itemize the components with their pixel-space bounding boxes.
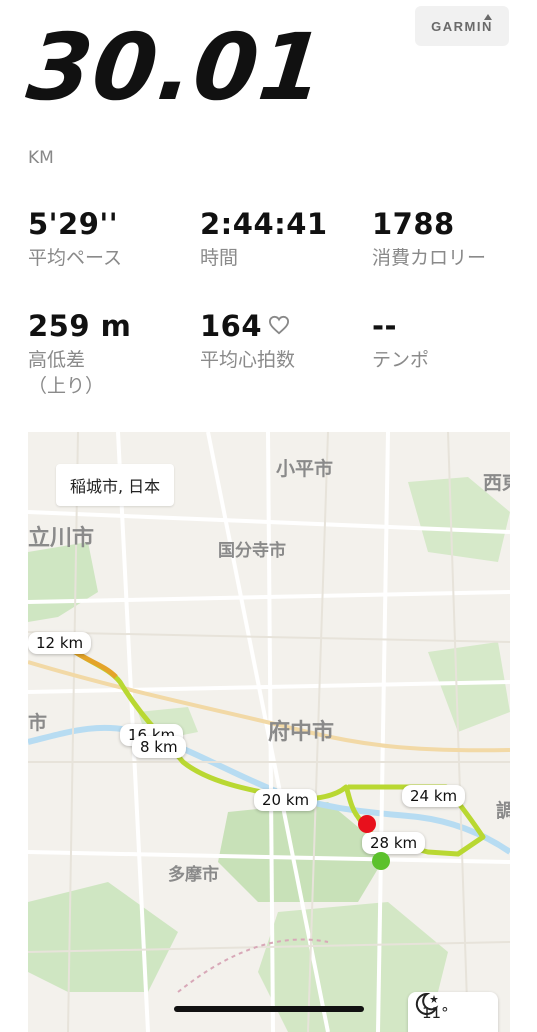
stat-avg-heart-rate: 164 平均心拍数 (200, 312, 295, 373)
stat-calories: 1788 消費カロリー (372, 210, 486, 271)
heart-icon (269, 315, 290, 335)
km-marker-8: 8 km (132, 736, 186, 758)
map-place-label: 調 (496, 800, 510, 822)
km-marker-28: 28 km (362, 832, 426, 854)
weather-widget: 11° (408, 992, 498, 1032)
end-point-marker (358, 815, 376, 833)
map-place-label: 西東 (483, 472, 510, 494)
km-marker-12: 12 km (28, 632, 92, 654)
garmin-triangle-icon (484, 14, 492, 20)
stat-value: 1788 (372, 207, 455, 241)
stat-label: 消費カロリー (372, 247, 487, 269)
stat-value: 164 (200, 309, 263, 343)
map-place-label: 多摩市 (168, 865, 219, 885)
garmin-logo-text: GARMIN (431, 18, 493, 34)
route-map[interactable]: 小平市 西東 立川市 国分寺市 府中市 市 多摩市 調 稲城市, 日本 12 k… (28, 432, 510, 1032)
stat-label: テンポ (372, 349, 430, 371)
distance-value: 30.01 (22, 14, 330, 121)
stat-label: 平均心拍数 (200, 349, 296, 371)
km-marker-24: 24 km (402, 785, 466, 807)
stat-label: 時間 (200, 247, 239, 269)
map-place-label: 国分寺市 (218, 541, 286, 561)
map-place-label: 市 (28, 712, 48, 734)
stat-label: 平均ペース (28, 247, 123, 269)
distance-unit: KM (28, 148, 54, 168)
stat-value: 5'29'' (28, 207, 119, 241)
stat-avg-pace: 5'29'' 平均ペース (28, 210, 122, 271)
garmin-logo[interactable]: GARMIN (415, 6, 509, 46)
map-place-label: 立川市 (28, 526, 95, 551)
stat-elevation-gain: 259 m 高低差 （上り） (28, 312, 131, 399)
start-point-marker (372, 852, 390, 870)
location-label: 稲城市, 日本 (56, 464, 175, 506)
stat-label: 高低差 （上り） (28, 349, 105, 397)
moon-star-icon (415, 992, 439, 1015)
map-place-label: 小平市 (276, 458, 334, 480)
stat-cadence: -- テンポ (372, 312, 429, 373)
stat-value: 2:44:41 (200, 207, 328, 241)
home-indicator[interactable] (174, 1006, 364, 1012)
km-marker-20: 20 km (254, 789, 318, 811)
map-place-label: 府中市 (268, 720, 335, 745)
stat-value: -- (372, 309, 398, 343)
stat-time: 2:44:41 時間 (200, 210, 328, 271)
stat-value: 259 m (28, 309, 132, 343)
